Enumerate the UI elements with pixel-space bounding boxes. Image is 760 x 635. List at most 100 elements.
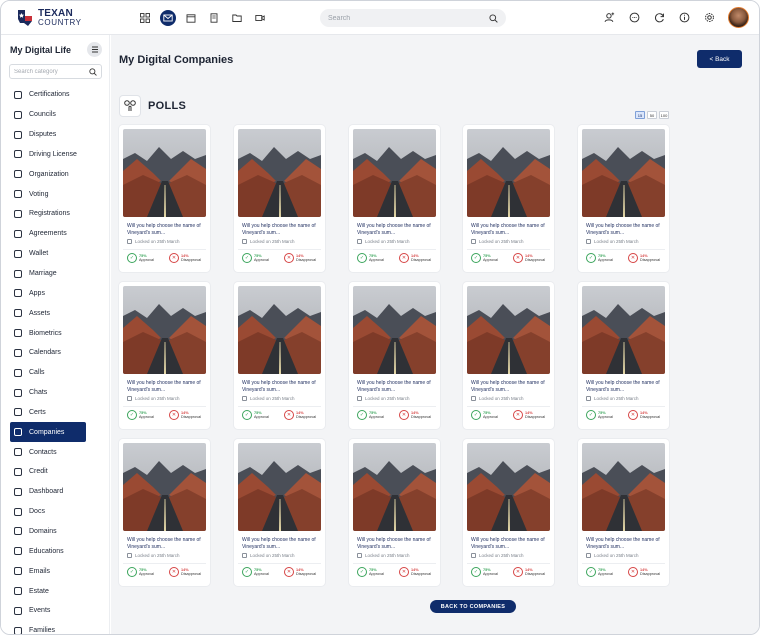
poll-image[interactable] — [353, 286, 436, 374]
video-icon[interactable] — [252, 10, 268, 26]
sidebar-item-dashboard[interactable]: Dashboard — [10, 482, 86, 502]
sidebar-item-families[interactable]: Families — [10, 621, 86, 634]
poll-question[interactable]: Will you help choose the name of Vineyar… — [242, 223, 320, 236]
poll-question[interactable]: Will you help choose the name of Vineyar… — [471, 380, 549, 393]
poll-card[interactable]: Will you help choose the name of Vineyar… — [119, 439, 210, 586]
sidebar-item-disputes[interactable]: Disputes — [10, 125, 86, 145]
top-bar: TEXAN COUNTRY — [1, 1, 759, 35]
refresh-icon[interactable] — [653, 11, 666, 24]
page-size-option[interactable]: 50 — [647, 111, 657, 119]
poll-image[interactable] — [123, 129, 206, 217]
poll-question[interactable]: Will you help choose the name of Vineyar… — [242, 380, 320, 393]
poll-image[interactable] — [353, 443, 436, 531]
poll-image[interactable] — [467, 443, 550, 531]
sidebar-item-certs[interactable]: Certs — [10, 403, 86, 423]
poll-question[interactable]: Will you help choose the name of Vineyar… — [127, 223, 205, 236]
poll-question[interactable]: Will you help choose the name of Vineyar… — [127, 537, 205, 550]
user-add-icon[interactable] — [603, 11, 616, 24]
poll-card[interactable]: Will you help choose the name of Vineyar… — [234, 439, 325, 586]
search-icon[interactable] — [89, 67, 97, 76]
sidebar-item-voting[interactable]: Voting — [10, 184, 86, 204]
sidebar-item-councils[interactable]: Councils — [10, 105, 86, 125]
sidebar-item-credit[interactable]: Credit — [10, 462, 86, 482]
poll-card[interactable]: Will you help choose the name of Vineyar… — [578, 439, 669, 586]
sidebar-item-calls[interactable]: Calls — [10, 363, 86, 383]
lock-icon — [586, 396, 591, 401]
poll-question[interactable]: Will you help choose the name of Vineyar… — [127, 380, 205, 393]
poll-image[interactable] — [582, 443, 665, 531]
sidebar-item-marriage[interactable]: Marriage — [10, 264, 86, 284]
poll-image[interactable] — [582, 129, 665, 217]
sidebar-item-certifications[interactable]: Certifications — [10, 85, 86, 105]
poll-image[interactable] — [123, 443, 206, 531]
sidebar-item-apps[interactable]: Apps — [10, 283, 86, 303]
mail-icon[interactable] — [160, 10, 176, 26]
poll-question[interactable]: Will you help choose the name of Vineyar… — [586, 223, 664, 236]
poll-card[interactable]: Will you help choose the name of Vineyar… — [234, 125, 325, 272]
sidebar-item-chats[interactable]: Chats — [10, 383, 86, 403]
poll-image[interactable] — [238, 443, 321, 531]
sidebar-item-calendars[interactable]: Calendars — [10, 343, 86, 363]
sidebar-item-docs[interactable]: Docs — [10, 502, 86, 522]
poll-image[interactable] — [238, 129, 321, 217]
poll-card[interactable]: Will you help choose the name of Vineyar… — [119, 282, 210, 429]
poll-image[interactable] — [123, 286, 206, 374]
poll-card[interactable]: Will you help choose the name of Vineyar… — [463, 125, 554, 272]
sidebar-item-domains[interactable]: Domains — [10, 522, 86, 542]
sidebar-item-organization[interactable]: Organization — [10, 164, 86, 184]
poll-card[interactable]: Will you help choose the name of Vineyar… — [349, 439, 440, 586]
calendar-icon[interactable] — [183, 10, 199, 26]
sidebar-item-companies[interactable]: Companies — [10, 422, 86, 443]
sidebar-item-registrations[interactable]: Registrations — [10, 204, 86, 224]
back-to-companies-button[interactable]: BACK TO COMPANIES — [430, 600, 516, 613]
sidebar-item-driving-license[interactable]: Driving License — [10, 145, 86, 165]
poll-card[interactable]: Will you help choose the name of Vineyar… — [349, 125, 440, 272]
poll-card[interactable]: Will you help choose the name of Vineyar… — [463, 282, 554, 429]
poll-image[interactable] — [353, 129, 436, 217]
sidebar-menu-button[interactable] — [87, 42, 102, 57]
chat-icon[interactable] — [628, 11, 641, 24]
page-size-option[interactable]: 15 — [635, 111, 645, 119]
sidebar-item-emails[interactable]: Emails — [10, 561, 86, 581]
poll-image[interactable] — [467, 129, 550, 217]
poll-image[interactable] — [582, 286, 665, 374]
folder-icon[interactable] — [229, 10, 245, 26]
sidebar-item-educations[interactable]: Educations — [10, 541, 86, 561]
poll-card[interactable]: Will you help choose the name of Vineyar… — [234, 282, 325, 429]
sidebar-item-assets[interactable]: Assets — [10, 303, 86, 323]
document-icon[interactable] — [206, 10, 222, 26]
page-size-option[interactable]: 100 — [659, 111, 669, 119]
thumbs-up-icon: ✓ — [242, 567, 252, 577]
poll-question[interactable]: Will you help choose the name of Vineyar… — [357, 537, 435, 550]
poll-question[interactable]: Will you help choose the name of Vineyar… — [586, 537, 664, 550]
poll-card[interactable]: Will you help choose the name of Vineyar… — [578, 125, 669, 272]
poll-card[interactable]: Will you help choose the name of Vineyar… — [349, 282, 440, 429]
poll-question[interactable]: Will you help choose the name of Vineyar… — [242, 537, 320, 550]
texan-country-logo[interactable]: TEXAN COUNTRY — [15, 7, 82, 29]
poll-card[interactable]: Will you help choose the name of Vineyar… — [578, 282, 669, 429]
poll-question[interactable]: Will you help choose the name of Vineyar… — [357, 223, 435, 236]
poll-image[interactable] — [467, 286, 550, 374]
sidebar-item-agreements[interactable]: Agreements — [10, 224, 86, 244]
sidebar-item-estate[interactable]: Estate — [10, 581, 86, 601]
poll-image[interactable] — [238, 286, 321, 374]
poll-card[interactable]: Will you help choose the name of Vineyar… — [463, 439, 554, 586]
poll-question[interactable]: Will you help choose the name of Vineyar… — [357, 380, 435, 393]
global-search-input[interactable] — [328, 14, 489, 22]
poll-card[interactable]: Will you help choose the name of Vineyar… — [119, 125, 210, 272]
sidebar-item-biometrics[interactable]: Biometrics — [10, 323, 86, 343]
sidebar-item-wallet[interactable]: Wallet — [10, 244, 86, 264]
info-icon[interactable] — [678, 11, 691, 24]
category-search-input[interactable] — [14, 68, 89, 75]
poll-question[interactable]: Will you help choose the name of Vineyar… — [586, 380, 664, 393]
poll-question[interactable]: Will you help choose the name of Vineyar… — [471, 537, 549, 550]
sidebar-item-contacts[interactable]: Contacts — [10, 442, 86, 462]
poll-question[interactable]: Will you help choose the name of Vineyar… — [471, 223, 549, 236]
search-icon[interactable] — [489, 13, 498, 23]
back-button[interactable]: < Back — [697, 50, 742, 68]
settings-icon[interactable] — [703, 11, 716, 24]
user-avatar[interactable] — [728, 7, 749, 28]
sidebar-item-events[interactable]: Events — [10, 601, 86, 621]
grid-icon[interactable] — [137, 10, 153, 26]
thumbs-up-icon: ✓ — [127, 410, 137, 420]
